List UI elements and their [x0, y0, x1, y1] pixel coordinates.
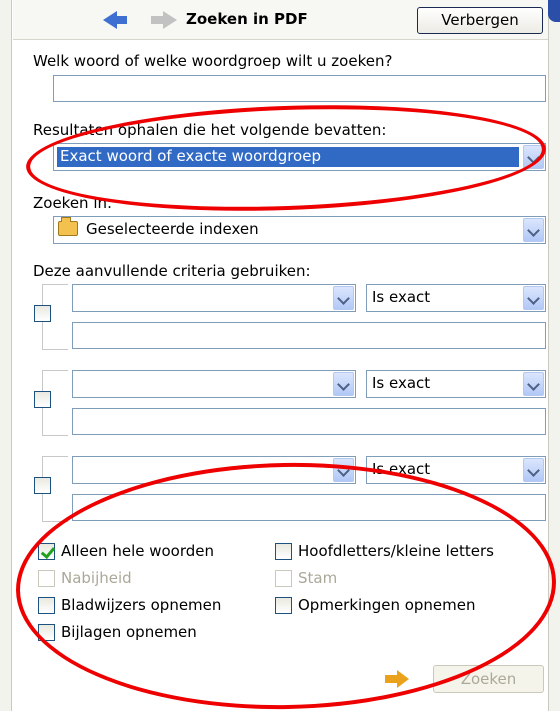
criteria-operator-dropdown[interactable]: Is exact [366, 370, 546, 398]
attachments-checkbox[interactable] [38, 624, 55, 641]
criteria-operator-value: Is exact [372, 460, 431, 478]
bookmarks-label: Bladwijzers opnemen [61, 596, 222, 614]
results-dropdown-value: Exact woord of exacte woordgroep [57, 147, 519, 167]
proximity-checkbox [38, 570, 55, 587]
criteria-row-checkbox[interactable] [34, 477, 51, 494]
forward-arrow-icon[interactable] [151, 11, 177, 29]
query-label: Welk woord of welke woordgroep wilt u zo… [33, 52, 393, 70]
chevron-down-icon[interactable] [333, 286, 354, 310]
stemming-label: Stam [298, 569, 338, 587]
folder-icon [58, 217, 78, 236]
search-in-dropdown[interactable]: Geselecteerde indexen [53, 216, 546, 244]
search-in-label: Zoeken in: [33, 194, 113, 212]
chevron-down-icon[interactable] [333, 458, 354, 482]
chevron-down-icon[interactable] [333, 372, 354, 396]
proximity-label: Nabijheid [61, 569, 132, 587]
search-arrow-icon [385, 670, 409, 688]
criteria-field-dropdown[interactable] [72, 456, 356, 484]
criteria-row-checkbox[interactable] [34, 391, 51, 408]
criteria-operator-value: Is exact [372, 374, 431, 392]
chevron-down-icon[interactable] [523, 458, 544, 482]
comments-label: Opmerkingen opnemen [298, 596, 476, 614]
panel-header: Zoeken in PDF Verbergen [13, 0, 548, 40]
corner-decoration [548, 0, 560, 22]
chevron-down-icon[interactable] [523, 286, 544, 310]
right-frame-edge [548, 0, 560, 711]
chevron-down-icon[interactable] [523, 372, 544, 396]
left-frame-edge [0, 0, 12, 711]
whole-words-checkbox[interactable] [38, 543, 55, 560]
criteria-row-checkbox[interactable] [34, 305, 51, 322]
criteria-field-dropdown[interactable] [72, 370, 356, 398]
criteria-operator-dropdown[interactable]: Is exact [366, 456, 546, 484]
search-in-value: Geselecteerde indexen [86, 220, 259, 238]
criteria-value-input[interactable] [72, 322, 546, 349]
criteria-operator-value: Is exact [372, 288, 431, 306]
hide-button[interactable]: Verbergen [417, 7, 543, 34]
bookmarks-checkbox[interactable] [38, 597, 55, 614]
panel-title: Zoeken in PDF [186, 10, 308, 28]
criteria-operator-dropdown[interactable]: Is exact [366, 284, 546, 312]
case-sensitive-label: Hoofdletters/kleine letters [298, 542, 494, 560]
chevron-down-icon[interactable] [523, 145, 544, 169]
criteria-field-dropdown[interactable] [72, 284, 356, 312]
criteria-value-input[interactable] [72, 494, 546, 521]
results-dropdown[interactable]: Exact woord of exacte woordgroep [53, 143, 546, 171]
search-button[interactable]: Zoeken [433, 665, 544, 693]
back-arrow-icon[interactable] [103, 11, 127, 29]
case-sensitive-checkbox[interactable] [275, 543, 292, 560]
attachments-label: Bijlagen opnemen [61, 623, 197, 641]
query-input[interactable] [53, 75, 546, 102]
stemming-checkbox [275, 570, 292, 587]
criteria-value-input[interactable] [72, 408, 546, 435]
results-label: Resultaten ophalen die het volgende beva… [33, 121, 387, 139]
criteria-label: Deze aanvullende criteria gebruiken: [33, 262, 311, 280]
chevron-down-icon[interactable] [523, 218, 544, 242]
whole-words-label: Alleen hele woorden [61, 542, 215, 560]
comments-checkbox[interactable] [275, 597, 292, 614]
